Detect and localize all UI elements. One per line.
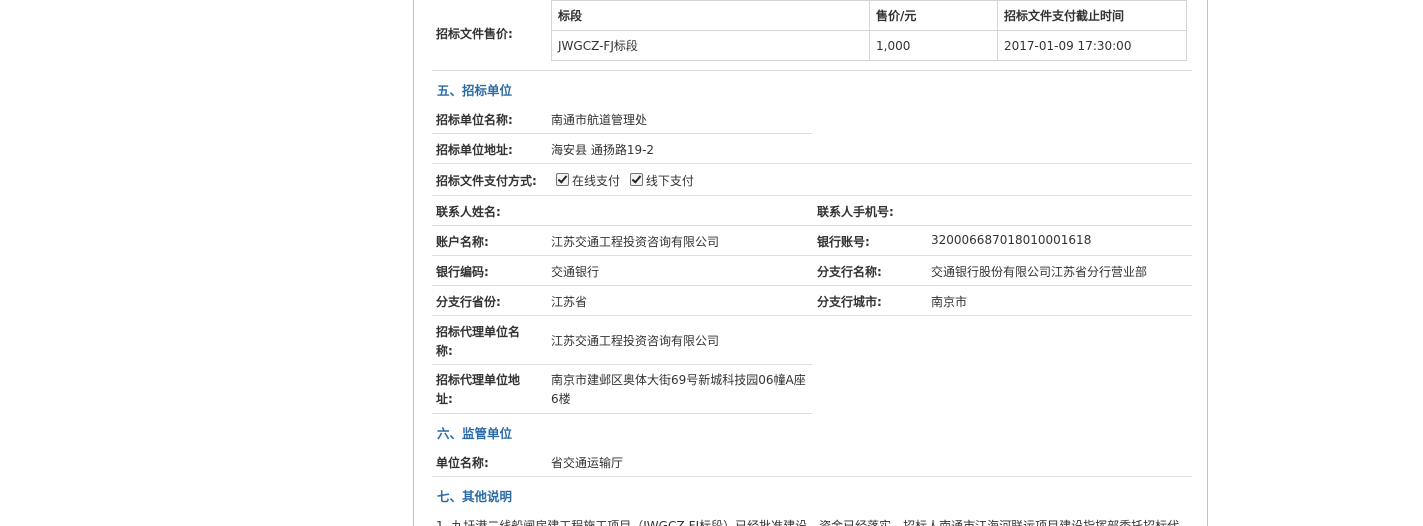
sales-price-table: 标段 售价/元 招标文件支付截止时间 JWGCZ-FJ标段 1,000 2017… [551,0,1187,61]
tenderer-name-value: 南通市航道管理处 [551,113,648,127]
other-notes-text: 1. 九圩港二线船闸房建工程施工项目（JWGCZ-FJ标段）已经批准建设，资金已… [436,519,1180,526]
header-price: 售价/元 [869,0,998,31]
offline-pay-checkbox[interactable] [629,173,643,186]
contact-name-label: 联系人姓名: [436,205,501,219]
tender-detail-panel: 招标文件售价: 标段 售价/元 招标文件支付截止时间 JWGCZ-FJ标段 1,… [413,0,1208,526]
bank-code-value: 交通银行 [551,265,600,279]
payment-method-label: 招标文件支付方式: [436,174,537,188]
cell-price: 1,000 [869,30,998,61]
supervisor-unit-label: 单位名称: [436,456,489,470]
supervisor-unit-value: 省交通运输厅 [551,456,624,470]
agent-name-label: 招标代理单位名称: [436,325,521,358]
cell-deadline: 2017-01-09 17:30:00 [997,30,1187,61]
account-name-value: 江苏交通工程投资咨询有限公司 [551,235,720,249]
header-deadline: 招标文件支付截止时间 [997,0,1187,31]
branch-city-value: 南京市 [931,295,968,309]
branch-name-label: 分支行名称: [817,265,882,279]
table-row: JWGCZ-FJ标段 1,000 2017-01-09 17:30:00 [551,30,1187,61]
sales-price-label: 招标文件售价: [436,27,513,41]
section-title-supervisor: 六、监管单位 [437,426,513,441]
divider [432,413,812,414]
branch-city-label: 分支行城市: [817,295,882,309]
divider [432,225,1192,226]
branch-province-value: 江苏省 [551,295,588,309]
online-pay-checkbox[interactable] [556,173,569,186]
bank-code-label: 银行编码: [436,265,489,279]
offline-pay-label: 线下支付 [645,174,694,188]
account-name-label: 账户名称: [436,235,489,249]
branch-province-label: 分支行省份: [436,295,501,309]
agent-address-label: 招标代理单位地址: [436,373,521,406]
divider [432,70,1192,71]
cell-section: JWGCZ-FJ标段 [551,30,870,61]
divider [432,285,1192,286]
tenderer-address-label: 招标单位地址: [436,143,513,157]
divider [432,255,1192,256]
divider [432,476,1192,477]
divider [432,364,812,365]
divider [432,163,1192,164]
divider [432,315,1192,316]
agent-name-value: 江苏交通工程投资咨询有限公司 [551,334,720,348]
tenderer-name-label: 招标单位名称: [436,113,513,127]
contact-phone-label: 联系人手机号: [817,205,894,219]
section-title-tenderer: 五、招标单位 [437,83,513,98]
online-pay-label: 在线支付 [572,174,621,188]
divider [432,195,1192,196]
bank-account-label: 银行账号: [817,235,870,249]
payment-method-options: 在线支付 线下支付 [556,172,694,189]
section-title-other-notes: 七、其他说明 [437,489,513,504]
header-section: 标段 [551,0,870,31]
agent-address-value: 南京市建邺区奥体大街69号新城科技园06幢A座6楼 [551,373,806,406]
tenderer-address-value: 海安县 通扬路19-2 [551,143,655,157]
bank-account-value: 320006687018010001618 [931,233,1092,247]
branch-name-value: 交通银行股份有限公司江苏省分行营业部 [931,265,1148,279]
table-header-row: 标段 售价/元 招标文件支付截止时间 [551,0,1187,31]
divider [432,133,812,134]
